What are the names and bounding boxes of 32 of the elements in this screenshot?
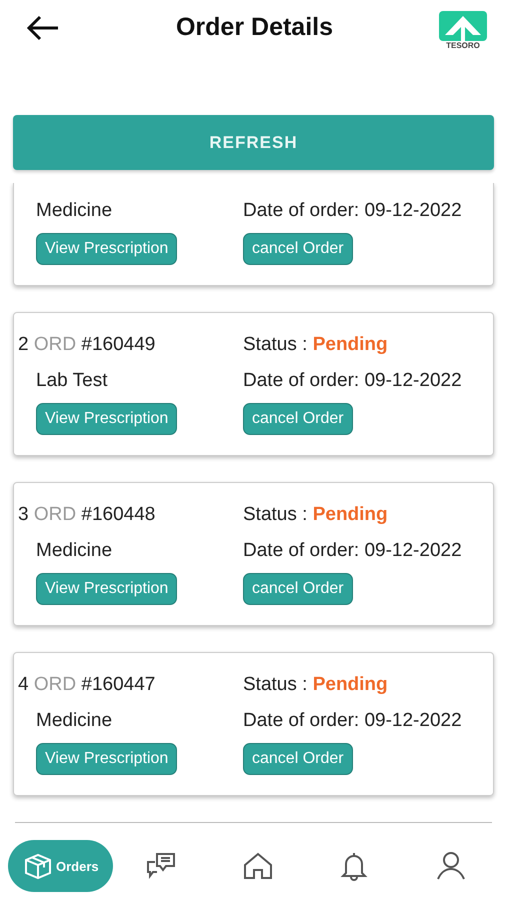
order-type: Lab Test — [35, 370, 108, 392]
view-prescription-button[interactable]: View Prescription — [36, 743, 178, 775]
order-date: Date of order: 09-12-2022 — [243, 710, 462, 732]
view-prescription-button[interactable]: View Prescription — [36, 233, 178, 265]
order-status: Status : Pending — [243, 334, 388, 356]
page-title: Order Details — [174, 13, 334, 42]
order-number: 3 ORD #160448 — [18, 504, 156, 526]
order-type: Medicine — [35, 540, 114, 562]
order-type: Medicine — [35, 710, 114, 732]
view-prescription-button[interactable]: View Prescription — [36, 573, 178, 605]
back-arrow-icon[interactable] — [26, 14, 60, 40]
order-type: Medicine — [35, 200, 114, 222]
box-icon — [22, 851, 54, 881]
order-number: 4 ORD #160447 — [18, 674, 156, 696]
logo-text: TESORO — [446, 41, 480, 50]
order-date: Date of order: 09-12-2022 — [243, 540, 462, 562]
cancel-order-button[interactable]: cancel Order — [243, 573, 353, 605]
cancel-order-button[interactable]: cancel Order — [243, 233, 353, 265]
view-prescription-button[interactable]: View Prescription — [36, 403, 178, 435]
person-icon — [434, 851, 467, 881]
cancel-order-button[interactable]: cancel Order — [243, 743, 353, 775]
order-number: 2 ORD #160449 — [18, 334, 156, 356]
order-status: Status : Pending — [243, 674, 388, 696]
cancel-order-button[interactable]: cancel Order — [243, 403, 353, 435]
refresh-button[interactable]: REFRESH — [13, 115, 494, 170]
logo-icon — [439, 11, 487, 41]
order-date: Date of order: 09-12-2022 — [243, 370, 462, 392]
order-status: Status : Pending — [243, 504, 388, 526]
home-icon — [242, 851, 274, 881]
orders-tab[interactable]: Orders — [8, 840, 113, 892]
order-date: Date of order: 09-12-2022 — [243, 200, 462, 222]
chat-icon — [144, 851, 177, 881]
